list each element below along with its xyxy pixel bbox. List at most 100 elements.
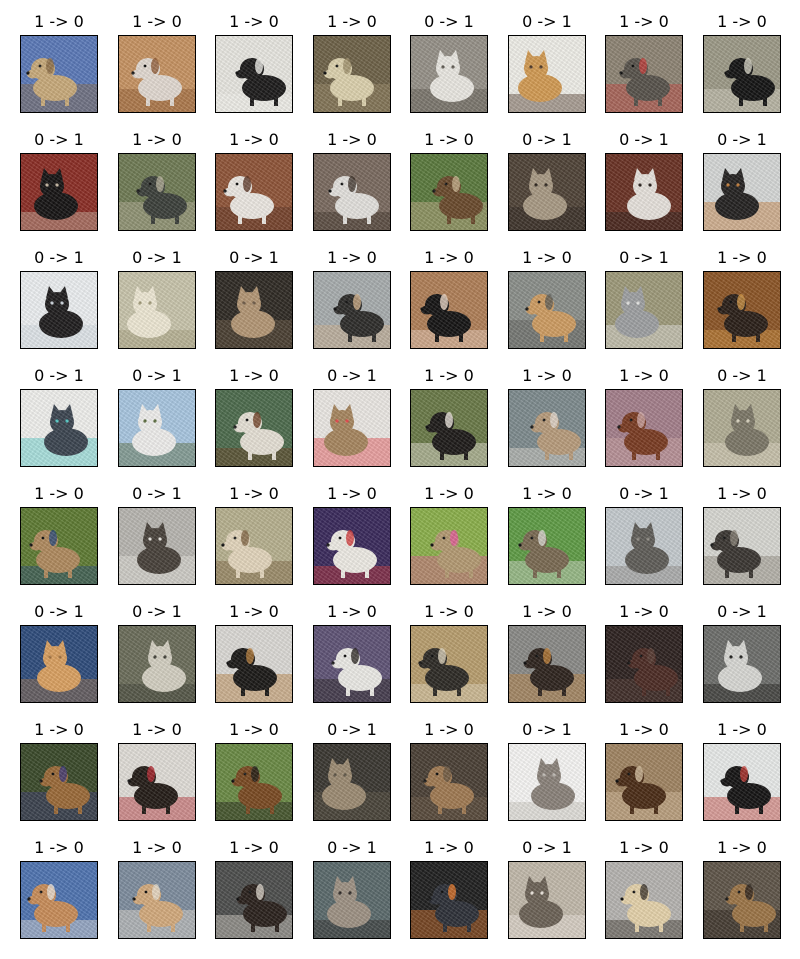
- adversarial-noise-overlay: [606, 36, 682, 112]
- image-panel: 1 -> 0: [703, 836, 781, 939]
- adversarial-noise-overlay: [606, 744, 682, 820]
- panel-title: 1 -> 0: [717, 838, 767, 857]
- cat-photo: [605, 271, 683, 349]
- image-panel: 0 -> 1: [20, 600, 98, 703]
- dog-photo: [313, 271, 391, 349]
- panel-title: 1 -> 0: [132, 12, 182, 31]
- cat-photo: [508, 153, 586, 231]
- adversarial-noise-overlay: [411, 862, 487, 938]
- adversarial-noise-overlay: [216, 36, 292, 112]
- dog-photo: [215, 861, 293, 939]
- image-panel: 0 -> 1: [20, 128, 98, 231]
- adversarial-noise-overlay: [21, 508, 97, 584]
- adversarial-noise-overlay: [216, 744, 292, 820]
- image-panel: 0 -> 1: [508, 836, 586, 939]
- dog-photo: [410, 389, 488, 467]
- panel-title: 0 -> 1: [34, 130, 84, 149]
- dog-photo: [703, 35, 781, 113]
- image-panel: 1 -> 0: [215, 718, 293, 821]
- panel-title: 1 -> 0: [229, 720, 279, 739]
- adversarial-noise-overlay: [119, 390, 195, 466]
- panel-title: 0 -> 1: [132, 366, 182, 385]
- adversarial-noise-overlay: [21, 744, 97, 820]
- dog-photo: [215, 35, 293, 113]
- image-panel: 1 -> 0: [703, 718, 781, 821]
- panel-title: 0 -> 1: [132, 602, 182, 621]
- image-panel: 1 -> 0: [313, 482, 391, 585]
- panel-title: 1 -> 0: [229, 602, 279, 621]
- adversarial-noise-overlay: [509, 508, 585, 584]
- image-panel: 1 -> 0: [410, 482, 488, 585]
- image-panel: 1 -> 0: [118, 718, 196, 821]
- image-panel: 1 -> 0: [508, 246, 586, 349]
- panel-title: 1 -> 0: [327, 484, 377, 503]
- dog-photo: [605, 743, 683, 821]
- adversarial-noise-overlay: [509, 390, 585, 466]
- panel-title: 0 -> 1: [34, 602, 84, 621]
- image-panel: 0 -> 1: [313, 836, 391, 939]
- image-panel: 1 -> 0: [313, 246, 391, 349]
- adversarial-noise-overlay: [216, 626, 292, 702]
- dog-photo: [508, 389, 586, 467]
- cat-photo: [313, 743, 391, 821]
- panel-title: 0 -> 1: [34, 366, 84, 385]
- image-panel: 0 -> 1: [605, 482, 683, 585]
- panel-title: 1 -> 0: [717, 248, 767, 267]
- panel-title: 0 -> 1: [619, 484, 669, 503]
- image-panel: 1 -> 0: [215, 836, 293, 939]
- panel-title: 1 -> 0: [619, 12, 669, 31]
- dog-photo: [215, 507, 293, 585]
- image-panel: 1 -> 0: [703, 10, 781, 113]
- dog-photo: [313, 507, 391, 585]
- adversarial-noise-overlay: [606, 862, 682, 938]
- panel-title: 0 -> 1: [132, 484, 182, 503]
- adversarial-noise-overlay: [216, 390, 292, 466]
- adversarial-noise-overlay: [314, 744, 390, 820]
- dog-photo: [313, 625, 391, 703]
- adversarial-noise-overlay: [509, 744, 585, 820]
- image-panel: 1 -> 0: [313, 600, 391, 703]
- adversarial-noise-overlay: [119, 862, 195, 938]
- dog-photo: [215, 625, 293, 703]
- cat-photo: [118, 389, 196, 467]
- cat-photo: [215, 271, 293, 349]
- image-panel: 1 -> 0: [605, 10, 683, 113]
- dog-photo: [313, 35, 391, 113]
- image-panel: 0 -> 1: [508, 10, 586, 113]
- cat-photo: [508, 743, 586, 821]
- adversarial-noise-overlay: [21, 154, 97, 230]
- dog-photo: [508, 271, 586, 349]
- panel-title: 1 -> 0: [132, 838, 182, 857]
- image-panel: 1 -> 0: [508, 364, 586, 467]
- dog-photo: [508, 625, 586, 703]
- dog-photo: [20, 507, 98, 585]
- image-panel: 0 -> 1: [118, 246, 196, 349]
- adversarial-noise-overlay: [216, 508, 292, 584]
- image-panel: 0 -> 1: [20, 246, 98, 349]
- panel-title: 1 -> 0: [424, 720, 474, 739]
- panel-title: 0 -> 1: [229, 248, 279, 267]
- panel-title: 1 -> 0: [717, 484, 767, 503]
- adversarial-noise-overlay: [119, 36, 195, 112]
- adversarial-noise-overlay: [119, 272, 195, 348]
- panel-title: 0 -> 1: [132, 248, 182, 267]
- adversarial-noise-overlay: [21, 36, 97, 112]
- panel-title: 1 -> 0: [424, 248, 474, 267]
- image-panel: 1 -> 0: [118, 10, 196, 113]
- image-panel: 0 -> 1: [605, 128, 683, 231]
- panel-title: 1 -> 0: [424, 366, 474, 385]
- cat-photo: [703, 153, 781, 231]
- image-panel: 1 -> 0: [508, 600, 586, 703]
- dog-photo: [20, 743, 98, 821]
- cat-photo: [313, 861, 391, 939]
- image-panel: 1 -> 0: [118, 836, 196, 939]
- panel-title: 1 -> 0: [327, 248, 377, 267]
- adversarial-noise-overlay: [216, 862, 292, 938]
- panel-title: 0 -> 1: [717, 366, 767, 385]
- adversarial-noise-overlay: [704, 272, 780, 348]
- adversarial-noise-overlay: [314, 862, 390, 938]
- cat-photo: [508, 861, 586, 939]
- adversarial-noise-overlay: [704, 744, 780, 820]
- adversarial-noise-overlay: [216, 272, 292, 348]
- dog-photo: [118, 743, 196, 821]
